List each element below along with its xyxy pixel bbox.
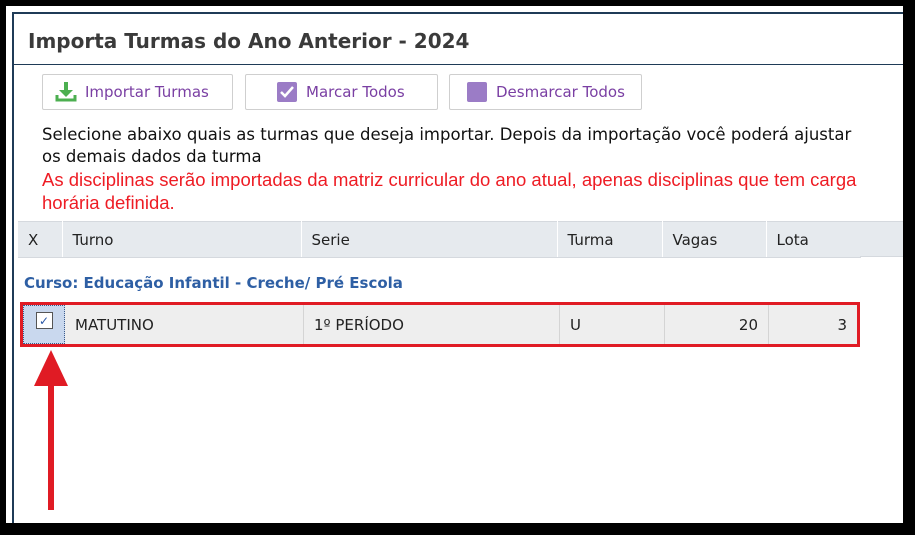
course-group-label: Curso: Educação Infantil - Creche/ Pré E… [24,274,403,292]
row-checkbox[interactable]: ✓ [35,312,53,329]
column-header-serie[interactable]: Serie [301,221,558,258]
mark-all-button[interactable]: Marcar Todos [245,74,438,110]
column-header-turno[interactable]: Turno [62,221,302,258]
empty-box-icon [466,81,488,103]
cell-turma: U [560,305,665,344]
column-header-vagas[interactable]: Vagas [662,221,767,258]
column-header-turma[interactable]: Turma [557,221,663,258]
mark-all-label: Marcar Todos [306,83,405,101]
import-classes-button[interactable]: Importar Turmas [42,74,233,110]
dialog-title: Importa Turmas do Ano Anterior - 2024 [28,29,470,53]
checkmark-icon: ✓ [38,313,50,328]
screenshot-frame: Importa Turmas do Ano Anterior - 2024 Im… [0,0,915,535]
table-header-filler [860,221,903,257]
cell-serie: 1º PERÍODO [304,305,560,344]
import-classes-label: Importar Turmas [85,83,209,101]
title-divider [14,64,903,65]
cell-turno: MATUTINO [65,305,304,344]
column-header-select[interactable]: X [18,221,63,258]
dialog: Importa Turmas do Ano Anterior - 2024 Im… [12,12,903,523]
checked-box-icon [276,81,298,103]
pointer-arrow-icon [34,350,68,510]
instruction-text: Selecione abaixo quais as turmas que des… [42,125,852,166]
download-icon [55,81,77,103]
table-row[interactable]: ✓ MATUTINO 1º PERÍODO U 20 3 [20,302,860,347]
cell-vagas: 20 [665,305,769,344]
classes-table: X Turno Serie Turma Vagas Lota [18,221,861,258]
column-header-lota[interactable]: Lota [766,221,861,258]
row-select-cell[interactable]: ✓ [23,305,65,344]
unmark-all-label: Desmarcar Todos [496,83,625,101]
cell-lota: 3 [837,315,847,334]
table-header-row: X Turno Serie Turma Vagas Lota [18,221,861,258]
unmark-all-button[interactable]: Desmarcar Todos [449,74,642,110]
warning-text: As disciplinas serão importadas da matri… [42,169,857,213]
